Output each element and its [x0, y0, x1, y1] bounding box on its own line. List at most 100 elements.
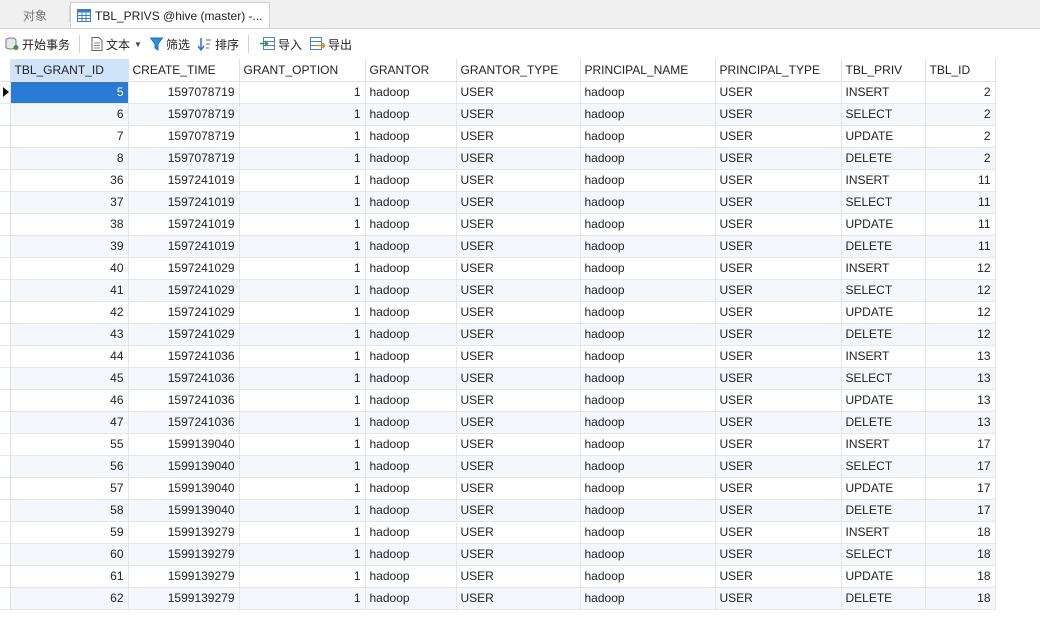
cell-grantor-type[interactable]: USER [456, 147, 581, 170]
cell-grant-option[interactable]: 1 [239, 499, 366, 522]
cell-grantor[interactable]: hadoop [365, 477, 457, 500]
cell-tbl-id[interactable]: 11 [925, 235, 996, 258]
cell-tbl-priv[interactable]: SELECT [841, 191, 926, 214]
cell-create-time[interactable]: 1599139279 [128, 565, 240, 588]
cell-grantor-type[interactable]: USER [456, 521, 581, 544]
table-row[interactable]: 5 1597078719 1 hadoop USER hadoop USER INSERT 2 [0, 81, 996, 104]
cell-principal-type[interactable]: USER [715, 367, 842, 390]
cell-grant-option[interactable]: 1 [239, 477, 366, 500]
column-header-principal-type[interactable]: PRINCIPAL_TYPE [715, 59, 842, 82]
column-header-tbl-id[interactable]: TBL_ID [925, 59, 996, 82]
cell-tbl-priv[interactable]: INSERT [841, 257, 926, 280]
cell-tbl-grant-id[interactable]: 38 [10, 213, 129, 236]
cell-grantor-type[interactable]: USER [456, 191, 581, 214]
cell-grantor-type[interactable]: USER [456, 345, 581, 368]
cell-grantor[interactable]: hadoop [365, 389, 457, 412]
cell-tbl-priv[interactable]: INSERT [841, 81, 926, 104]
row-selector[interactable] [0, 477, 11, 500]
cell-grant-option[interactable]: 1 [239, 455, 366, 478]
cell-grantor-type[interactable]: USER [456, 455, 581, 478]
cell-grantor-type[interactable]: USER [456, 235, 581, 258]
cell-grantor-type[interactable]: USER [456, 81, 581, 104]
cell-tbl-grant-id[interactable]: 45 [10, 367, 129, 390]
cell-grantor[interactable]: hadoop [365, 279, 457, 302]
cell-tbl-id[interactable]: 18 [925, 521, 996, 544]
cell-grantor[interactable]: hadoop [365, 543, 457, 566]
cell-grantor-type[interactable]: USER [456, 433, 581, 456]
cell-principal-name[interactable]: hadoop [580, 213, 716, 236]
cell-grant-option[interactable]: 1 [239, 543, 366, 566]
cell-tbl-grant-id[interactable]: 40 [10, 257, 129, 280]
cell-create-time[interactable]: 1597078719 [128, 81, 240, 104]
cell-principal-type[interactable]: USER [715, 125, 842, 148]
cell-grantor-type[interactable]: USER [456, 389, 581, 412]
cell-principal-type[interactable]: USER [715, 323, 842, 346]
cell-grant-option[interactable]: 1 [239, 257, 366, 280]
cell-grantor[interactable]: hadoop [365, 565, 457, 588]
row-selector[interactable] [0, 301, 11, 324]
cell-tbl-priv[interactable]: UPDATE [841, 565, 926, 588]
cell-grantor-type[interactable]: USER [456, 499, 581, 522]
filter-button[interactable]: 筛选 [147, 33, 193, 55]
cell-grantor[interactable]: hadoop [365, 411, 457, 434]
cell-grantor-type[interactable]: USER [456, 213, 581, 236]
cell-grant-option[interactable]: 1 [239, 213, 366, 236]
cell-tbl-grant-id[interactable]: 8 [10, 147, 129, 170]
cell-create-time[interactable]: 1599139279 [128, 543, 240, 566]
cell-tbl-priv[interactable]: INSERT [841, 345, 926, 368]
cell-tbl-id[interactable]: 17 [925, 499, 996, 522]
cell-grant-option[interactable]: 1 [239, 565, 366, 588]
cell-create-time[interactable]: 1599139279 [128, 587, 240, 610]
cell-tbl-id[interactable]: 12 [925, 257, 996, 280]
cell-create-time[interactable]: 1599139040 [128, 433, 240, 456]
row-selector[interactable] [0, 169, 11, 192]
table-row[interactable]: 55 1599139040 1 hadoop USER hadoop USER INSERT 1… [0, 433, 996, 456]
cell-tbl-id[interactable]: 2 [925, 103, 996, 126]
cell-tbl-id[interactable]: 12 [925, 301, 996, 324]
cell-principal-name[interactable]: hadoop [580, 169, 716, 192]
cell-principal-type[interactable]: USER [715, 169, 842, 192]
cell-grantor[interactable]: hadoop [365, 235, 457, 258]
tab-tbl-privs[interactable]: TBL_PRIVS @hive (master) -... [70, 2, 270, 28]
cell-tbl-priv[interactable]: INSERT [841, 521, 926, 544]
cell-create-time[interactable]: 1597241036 [128, 367, 240, 390]
cell-tbl-grant-id[interactable]: 43 [10, 323, 129, 346]
cell-create-time[interactable]: 1597241036 [128, 389, 240, 412]
cell-tbl-id[interactable]: 12 [925, 323, 996, 346]
cell-create-time[interactable]: 1597078719 [128, 125, 240, 148]
cell-tbl-grant-id[interactable]: 59 [10, 521, 129, 544]
cell-grant-option[interactable]: 1 [239, 103, 366, 126]
cell-principal-name[interactable]: hadoop [580, 301, 716, 324]
cell-create-time[interactable]: 1597241029 [128, 323, 240, 346]
table-row[interactable]: 59 1599139279 1 hadoop USER hadoop USER INSERT 1… [0, 521, 996, 544]
table-row[interactable]: 46 1597241036 1 hadoop USER hadoop USER UPDATE 1… [0, 389, 996, 412]
cell-tbl-grant-id[interactable]: 58 [10, 499, 129, 522]
cell-grantor-type[interactable]: USER [456, 279, 581, 302]
cell-tbl-priv[interactable]: DELETE [841, 235, 926, 258]
table-row[interactable]: 47 1597241036 1 hadoop USER hadoop USER DELETE 1… [0, 411, 996, 434]
cell-tbl-priv[interactable]: SELECT [841, 367, 926, 390]
cell-tbl-priv[interactable]: INSERT [841, 433, 926, 456]
cell-principal-name[interactable]: hadoop [580, 565, 716, 588]
cell-grantor-type[interactable]: USER [456, 565, 581, 588]
cell-tbl-id[interactable]: 13 [925, 345, 996, 368]
cell-tbl-id[interactable]: 17 [925, 477, 996, 500]
cell-principal-name[interactable]: hadoop [580, 499, 716, 522]
column-header-grant-option[interactable]: GRANT_OPTION [239, 59, 366, 82]
row-selector[interactable] [0, 521, 11, 544]
cell-principal-name[interactable]: hadoop [580, 587, 716, 610]
data-grid[interactable]: TBL_GRANT_ID CREATE_TIME GRANT_OPTION GRANT… [0, 59, 996, 610]
cell-tbl-priv[interactable]: UPDATE [841, 125, 926, 148]
cell-principal-name[interactable]: hadoop [580, 367, 716, 390]
cell-tbl-priv[interactable]: INSERT [841, 169, 926, 192]
cell-create-time[interactable]: 1599139040 [128, 499, 240, 522]
cell-create-time[interactable]: 1597241036 [128, 345, 240, 368]
cell-principal-name[interactable]: hadoop [580, 81, 716, 104]
cell-tbl-id[interactable]: 11 [925, 213, 996, 236]
table-row[interactable]: 8 1597078719 1 hadoop USER hadoop USER DELETE 2 [0, 147, 996, 170]
table-row[interactable]: 40 1597241029 1 hadoop USER hadoop USER INSERT 1… [0, 257, 996, 280]
cell-grantor[interactable]: hadoop [365, 125, 457, 148]
cell-principal-type[interactable]: USER [715, 147, 842, 170]
cell-tbl-priv[interactable]: UPDATE [841, 213, 926, 236]
table-row[interactable]: 57 1599139040 1 hadoop USER hadoop USER UPDATE 1… [0, 477, 996, 500]
